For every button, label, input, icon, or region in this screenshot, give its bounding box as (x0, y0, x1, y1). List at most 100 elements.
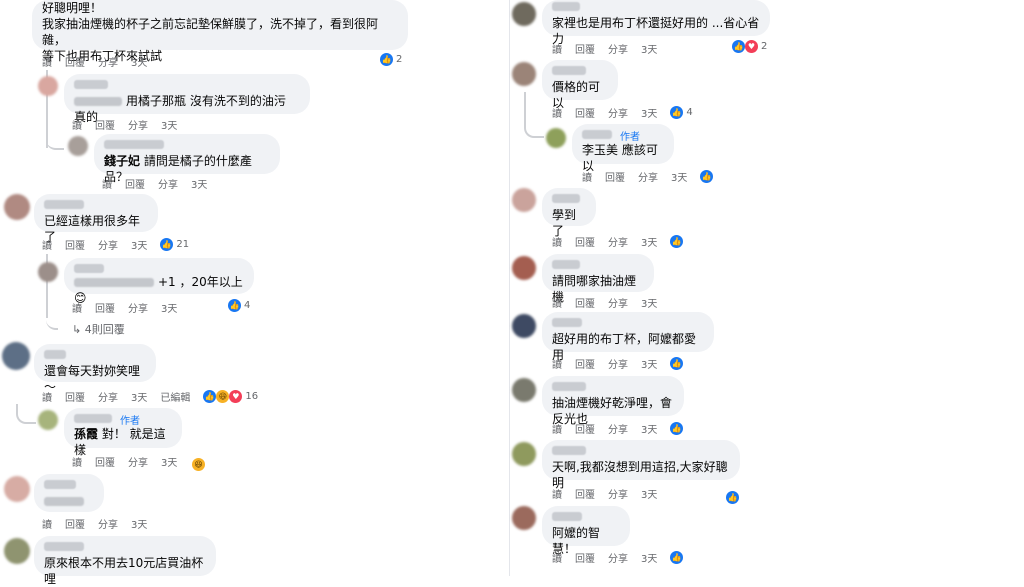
mention-link[interactable]: 孫霞 (74, 427, 98, 441)
read-button[interactable]: 讀 (72, 300, 82, 315)
reaction-count[interactable]: 👍 😆 ♥ 16 (203, 390, 258, 403)
commenter-name[interactable] (74, 264, 104, 273)
timestamp[interactable]: 3天 (131, 516, 147, 531)
commenter-name[interactable] (104, 140, 164, 149)
timestamp[interactable]: 3天 (131, 54, 147, 69)
timestamp[interactable]: 3天 (641, 41, 657, 56)
read-button[interactable]: 讀 (42, 54, 52, 69)
share-button[interactable]: 分享 (128, 300, 148, 315)
like-icon[interactable]: 👍 (670, 551, 684, 564)
commenter-name[interactable] (552, 382, 586, 391)
timestamp[interactable]: 3天 (131, 389, 147, 404)
reply-button[interactable]: 回覆 (575, 105, 595, 120)
read-button[interactable]: 讀 (552, 356, 562, 371)
share-button[interactable]: 分享 (98, 54, 118, 69)
commenter-name[interactable] (44, 480, 76, 489)
like-icon[interactable]: 👍 (700, 170, 714, 183)
reply-button[interactable]: 回覆 (95, 454, 115, 469)
timestamp[interactable]: 3天 (161, 454, 177, 469)
read-button[interactable]: 讀 (42, 237, 52, 252)
reply-button[interactable]: 回覆 (575, 550, 595, 565)
timestamp[interactable]: 3天 (641, 356, 657, 371)
commenter-name[interactable] (552, 194, 580, 203)
timestamp[interactable]: 3天 (641, 234, 657, 249)
share-button[interactable]: 分享 (128, 117, 148, 132)
share-button[interactable]: 分享 (608, 234, 628, 249)
share-button[interactable]: 分享 (98, 516, 118, 531)
haha-reaction[interactable]: 😆 (192, 452, 205, 471)
like-icon[interactable]: 👍 (670, 235, 684, 248)
commenter-name[interactable] (582, 130, 612, 139)
share-button[interactable]: 分享 (98, 237, 118, 252)
mention-link[interactable]: 錢子妃 (104, 154, 140, 168)
share-button[interactable]: 分享 (608, 550, 628, 565)
read-button[interactable]: 讀 (72, 117, 82, 132)
reply-button[interactable]: 回覆 (575, 421, 595, 436)
share-button[interactable]: 分享 (608, 356, 628, 371)
timestamp[interactable]: 3天 (641, 421, 657, 436)
reply-button[interactable]: 回覆 (65, 516, 85, 531)
commenter-name[interactable] (552, 512, 582, 521)
reply-button[interactable]: 回覆 (95, 117, 115, 132)
commenter-name[interactable] (44, 200, 84, 209)
reaction-count[interactable]: 👍 4 (670, 106, 693, 119)
share-button[interactable]: 分享 (608, 41, 628, 56)
share-button[interactable]: 分享 (158, 176, 178, 191)
share-button[interactable]: 分享 (608, 105, 628, 120)
reply-button[interactable]: 回覆 (65, 54, 85, 69)
read-button[interactable]: 讀 (552, 105, 562, 120)
share-button[interactable]: 分享 (128, 454, 148, 469)
reaction-count[interactable]: 👍 21 (160, 238, 189, 251)
share-button[interactable]: 分享 (608, 421, 628, 436)
commenter-name[interactable] (44, 350, 66, 359)
read-button[interactable]: 讀 (552, 234, 562, 249)
share-button[interactable]: 分享 (638, 169, 658, 184)
share-button[interactable]: 分享 (608, 486, 628, 501)
read-button[interactable]: 讀 (552, 486, 562, 501)
reply-button[interactable]: 回覆 (125, 176, 145, 191)
read-button[interactable]: 讀 (72, 454, 82, 469)
reply-button[interactable]: 回覆 (605, 169, 625, 184)
read-button[interactable]: 讀 (102, 176, 112, 191)
read-button[interactable]: 讀 (552, 550, 562, 565)
commenter-name[interactable] (552, 260, 580, 269)
read-button[interactable]: 讀 (42, 389, 52, 404)
commenter-name[interactable] (74, 80, 108, 89)
timestamp[interactable]: 3天 (641, 105, 657, 120)
timestamp[interactable]: 3天 (641, 486, 657, 501)
reaction-count[interactable]: 👍 2 (380, 53, 402, 66)
mention-link[interactable]: 李玉美 (582, 143, 618, 157)
timestamp[interactable]: 3天 (161, 117, 177, 132)
like-icon[interactable]: 👍 (670, 422, 684, 435)
commenter-name[interactable] (552, 318, 582, 327)
read-button[interactable]: 讀 (42, 516, 52, 531)
more-replies-link[interactable]: ↳ 4則回覆 (72, 321, 125, 337)
commenter-name[interactable] (552, 446, 586, 455)
reply-button[interactable]: 回覆 (65, 389, 85, 404)
commenter-name[interactable] (44, 542, 84, 551)
reaction-count[interactable]: 👍 4 (228, 299, 250, 312)
like-reaction[interactable]: 👍 (726, 485, 739, 504)
share-button[interactable]: 分享 (98, 389, 118, 404)
reply-button[interactable]: 回覆 (575, 356, 595, 371)
timestamp[interactable]: 3天 (641, 550, 657, 565)
timestamp[interactable]: 3天 (641, 295, 657, 310)
read-button[interactable]: 讀 (552, 295, 562, 310)
reply-button[interactable]: 回覆 (575, 295, 595, 310)
like-icon[interactable]: 👍 (670, 357, 684, 370)
reply-button[interactable]: 回覆 (95, 300, 115, 315)
share-button[interactable]: 分享 (608, 295, 628, 310)
timestamp[interactable]: 3天 (161, 300, 177, 315)
read-button[interactable]: 讀 (552, 421, 562, 436)
timestamp[interactable]: 3天 (131, 237, 147, 252)
edited-label[interactable]: 已編輯 (160, 389, 190, 404)
commenter-name[interactable] (552, 2, 580, 11)
reply-button[interactable]: 回覆 (575, 234, 595, 249)
read-button[interactable]: 讀 (582, 169, 592, 184)
reaction-count[interactable]: 👍 ♥ 2 (732, 40, 767, 53)
read-button[interactable]: 讀 (552, 41, 562, 56)
reply-button[interactable]: 回覆 (575, 486, 595, 501)
timestamp[interactable]: 3天 (191, 176, 207, 191)
timestamp[interactable]: 3天 (671, 169, 687, 184)
reply-button[interactable]: 回覆 (575, 41, 595, 56)
